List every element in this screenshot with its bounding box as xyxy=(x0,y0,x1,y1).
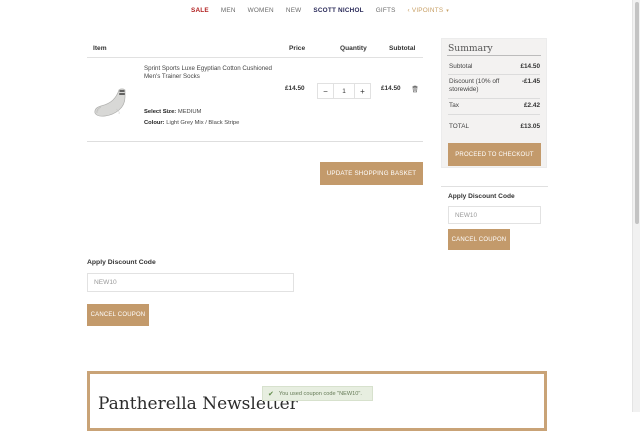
summary-title: Summary xyxy=(448,43,493,54)
quantity-decrease-button[interactable]: − xyxy=(318,84,334,98)
nav-item-sale[interactable]: SALE xyxy=(185,0,215,22)
chevron-down-icon: ▾ xyxy=(446,8,449,14)
nav-item-gifts[interactable]: GIFTS xyxy=(370,0,402,22)
summary-divider xyxy=(447,55,541,56)
item-subtotal: £14.50 xyxy=(381,85,401,92)
scrollbar[interactable] xyxy=(632,0,640,412)
sidebar-divider xyxy=(441,186,548,187)
colour-value: Light Grey Mix / Black Stripe xyxy=(166,120,240,126)
summary-subtotal-label: Subtotal xyxy=(449,63,473,70)
summary-tax-label: Tax xyxy=(449,102,459,109)
toast-message: You used coupon code "NEW10". xyxy=(278,390,362,397)
quantity-input[interactable]: 1 xyxy=(334,84,354,98)
product-options: Select Size: MEDIUM Colour: Light Grey M… xyxy=(144,107,239,129)
sidebar-cancel-coupon-button[interactable]: CANCEL COUPON xyxy=(448,229,510,250)
trash-icon[interactable] xyxy=(411,85,419,93)
size-value: MEDIUM xyxy=(177,109,202,115)
summary-row-subtotal: Subtotal £14.50 xyxy=(449,63,540,71)
nav-item-men[interactable]: MEN xyxy=(215,0,242,22)
check-icon: ✔ xyxy=(268,390,274,398)
header-subtotal: Subtotal xyxy=(389,45,416,52)
sidebar-discount-code-input[interactable]: NEW10 xyxy=(448,206,541,224)
summary-row-discount: Discount (10% off storewide) -£1.45 xyxy=(449,78,540,94)
cart-row: Sprint Sports Luxe Egyptian Cotton Cushi… xyxy=(87,58,423,142)
newsletter-section: Pantherella Newsletter xyxy=(87,371,547,431)
header-price: Price xyxy=(289,45,306,52)
summary-total-value: £13.05 xyxy=(520,123,540,130)
quantity-increase-button[interactable]: + xyxy=(354,84,370,98)
coupon-toast: ✔ You used coupon code "NEW10". xyxy=(262,386,373,401)
product-image-sock[interactable] xyxy=(89,82,139,120)
quantity-stepper: − 1 + xyxy=(317,83,371,99)
summary-subtotal-value: £14.50 xyxy=(520,63,540,70)
nav-item-vipoints[interactable]: ‹ VIPOINTS ▾ xyxy=(402,0,455,22)
header-quantity: Quantity xyxy=(340,45,367,52)
product-size: Select Size: MEDIUM xyxy=(144,107,239,118)
summary-row-divider xyxy=(448,98,540,99)
sidebar-discount-label: Apply Discount Code xyxy=(448,193,515,200)
size-label: Select Size: xyxy=(144,109,177,115)
top-navigation: SALE MEN WOMEN NEW SCOTT NICHOL GIFTS ‹ … xyxy=(0,0,640,22)
header-item: Item xyxy=(93,45,107,52)
nav-item-vipoints-label: VIPOINTS xyxy=(411,7,444,14)
discount-code-label: Apply Discount Code xyxy=(87,259,156,266)
cart-table: Item Price Quantity Subtotal Sprint Spor… xyxy=(87,40,423,142)
summary-row-divider xyxy=(448,74,540,75)
summary-discount-value: -£1.45 xyxy=(521,78,540,85)
nav-item-scott-nichol[interactable]: SCOTT NICHOL xyxy=(307,0,369,22)
colour-label: Colour: xyxy=(144,120,165,126)
nav-item-new[interactable]: NEW xyxy=(280,0,308,22)
summary-discount-label: Discount (10% off storewide) xyxy=(449,78,500,93)
proceed-to-checkout-button[interactable]: PROCEED TO CHECKOUT xyxy=(448,143,541,166)
update-basket-button[interactable]: UPDATE SHOPPING BASKET xyxy=(320,162,423,185)
product-colour: Colour: Light Grey Mix / Black Stripe xyxy=(144,118,239,129)
summary-tax-value: £2.42 xyxy=(524,102,540,109)
summary-total-label: TOTAL xyxy=(449,123,470,130)
scrollbar-thumb[interactable] xyxy=(635,2,639,224)
discount-code-input[interactable]: NEW10 xyxy=(87,273,294,292)
cart-table-header: Item Price Quantity Subtotal xyxy=(87,40,423,58)
summary-row-tax: Tax £2.42 xyxy=(449,102,540,110)
item-price: £14.50 xyxy=(285,85,305,92)
product-name[interactable]: Sprint Sports Luxe Egyptian Cotton Cushi… xyxy=(144,65,272,81)
summary-row-divider xyxy=(448,114,540,115)
nav-item-women[interactable]: WOMEN xyxy=(242,0,280,22)
chevron-left-icon: ‹ xyxy=(407,7,410,14)
summary-row-total: TOTAL £13.05 xyxy=(449,123,540,131)
cancel-coupon-button[interactable]: CANCEL COUPON xyxy=(87,304,149,326)
